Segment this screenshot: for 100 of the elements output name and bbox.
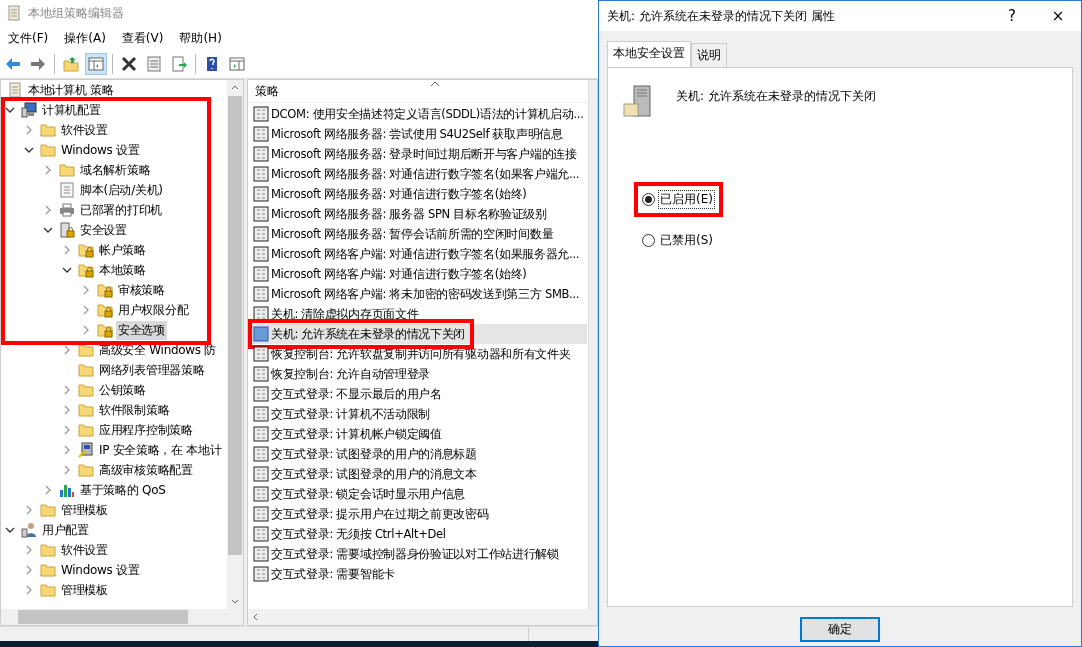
vertical-scrollbar[interactable] xyxy=(227,80,243,609)
policy-name[interactable]: 交互式登录: 无须按 Ctrl+Alt+Del xyxy=(271,526,446,542)
tree-item[interactable]: 高级安全 Windows 防 xyxy=(97,340,218,360)
policy-icon xyxy=(253,506,269,522)
policy-icon xyxy=(253,386,269,402)
policy-icon xyxy=(253,346,269,362)
tree-item[interactable]: 公钥策略 xyxy=(97,380,148,400)
tree-item[interactable]: Windows 设置 xyxy=(59,140,142,160)
policy-name[interactable]: 交互式登录: 锁定会话时显示用户信息 xyxy=(271,486,466,502)
policy-icon xyxy=(253,106,269,122)
help-button[interactable]: ? xyxy=(989,1,1035,31)
folder-icon xyxy=(40,562,56,578)
menu-item[interactable]: 操作(A) xyxy=(58,27,112,49)
policy-icon xyxy=(253,426,269,442)
policy-name[interactable]: Microsoft 网络服务器: 暂停会话前所需的空闲时间数量 xyxy=(271,226,554,242)
policy-icon xyxy=(253,406,269,422)
policy-name[interactable]: 交互式登录: 提示用户在过期之前更改密码 xyxy=(271,506,489,522)
policy-name[interactable]: 恢复控制台: 允许自动管理登录 xyxy=(271,366,431,382)
policy-name[interactable]: Microsoft 网络服务器: 登录时间过期后断开与客户端的连接 xyxy=(271,146,577,162)
policy-name[interactable]: 交互式登录: 不显示最后的用户名 xyxy=(271,386,442,402)
tree-item[interactable]: 审核策略 xyxy=(116,280,167,300)
tree-item[interactable]: 基于策略的 QoS xyxy=(78,480,168,500)
window-title: 本地组策略编辑器 xyxy=(28,4,124,22)
menu-item[interactable]: 帮助(H) xyxy=(173,27,228,49)
tab[interactable]: 本地安全设置 xyxy=(607,41,691,68)
tree-item[interactable]: 安全设置 xyxy=(78,220,129,240)
close-button[interactable]: × xyxy=(1035,1,1081,31)
tree-item[interactable]: 网络列表管理器策略 xyxy=(97,360,207,380)
scroll-icon xyxy=(6,5,22,21)
tab[interactable]: 说明 xyxy=(691,43,727,67)
tree-item[interactable]: 应用程序控制策略 xyxy=(97,420,195,440)
locked-folder-icon xyxy=(97,282,113,298)
tree-item[interactable]: 脚本(启动/关机) xyxy=(78,180,165,200)
folder-icon xyxy=(40,582,56,598)
policy-name[interactable]: 交互式登录: 需要域控制器身份验证以对工作站进行解锁 xyxy=(271,546,559,562)
policy-icon xyxy=(253,526,269,542)
folder-icon xyxy=(40,122,56,138)
bar-chart-icon xyxy=(59,482,75,498)
menu-item[interactable]: 查看(V) xyxy=(115,27,170,49)
policy-icon xyxy=(253,206,269,222)
folder-icon xyxy=(59,162,75,178)
policy-name[interactable]: 关机: 清除虚拟内存页面文件 xyxy=(271,306,419,322)
tree-item[interactable]: 用户权限分配 xyxy=(116,300,191,320)
computer-key-icon xyxy=(78,442,94,458)
policy-name[interactable]: 交互式登录: 试图登录的用户的消息标题 xyxy=(271,446,477,462)
vertical-scrollbar[interactable] xyxy=(588,80,597,609)
tree-item[interactable]: 帐户策略 xyxy=(97,240,148,260)
policy-name[interactable]: Microsoft 网络客户端: 对通信进行数字签名(如果服务器允... xyxy=(271,246,580,262)
ok-button[interactable]: 确定 xyxy=(800,617,880,642)
policy-name[interactable]: 交互式登录: 试图登录的用户的消息文本 xyxy=(271,466,477,482)
script-icon xyxy=(59,182,75,198)
tree-item[interactable]: 域名解析策略 xyxy=(78,160,153,180)
policy-icon xyxy=(253,246,269,262)
policy-name[interactable]: 交互式登录: 计算机帐户锁定阈值 xyxy=(271,426,442,442)
policy-name[interactable]: DCOM: 使用安全描述符定义语言(SDDL)语法的计算机启动... xyxy=(271,106,584,122)
policy-name[interactable]: Microsoft 网络服务器: 尝试使用 S4U2Self 获取声明信息 xyxy=(271,126,563,142)
server-document-icon xyxy=(622,84,654,120)
radio-label[interactable]: 已禁用(S) xyxy=(658,231,715,250)
column-header[interactable]: 策略 xyxy=(248,80,587,103)
tree-item[interactable]: 管理模板 xyxy=(59,500,110,520)
horizontal-scrollbar[interactable] xyxy=(248,609,597,625)
policy-name[interactable]: Microsoft 网络服务器: 对通信进行数字签名(始终) xyxy=(271,186,527,202)
tree-item[interactable]: 安全选项 xyxy=(116,320,167,340)
tree-item[interactable]: 本地策略 xyxy=(97,260,148,280)
policy-name[interactable]: Microsoft 网络服务器: 服务器 SPN 目标名称验证级别 xyxy=(271,206,547,222)
selected-policy-icon xyxy=(253,326,269,342)
policy-icon xyxy=(253,226,269,242)
dialog-title: 关机: 允许系统在未登录的情况下关闭 属性 xyxy=(607,7,836,25)
tree-item[interactable]: 软件限制策略 xyxy=(97,400,172,420)
policy-name[interactable]: Microsoft 网络服务器: 对通信进行数字签名(如果客户端允... xyxy=(271,166,580,182)
horizontal-scrollbar[interactable] xyxy=(1,609,243,625)
tree-item[interactable]: 计算机配置 xyxy=(40,100,103,120)
policy-name[interactable]: 交互式登录: 计算机不活动限制 xyxy=(271,406,431,422)
tree-item[interactable]: 用户配置 xyxy=(40,520,91,540)
scroll-icon xyxy=(7,82,23,98)
policy-name[interactable]: 恢复控制台: 允许软盘复制并访问所有驱动器和所有文件夹 xyxy=(271,346,571,362)
folder-icon xyxy=(40,542,56,558)
folder-icon xyxy=(40,142,56,158)
tree-item[interactable]: 本地计算机 策略 xyxy=(26,80,116,100)
show-tree-icon[interactable] xyxy=(85,53,107,75)
tree-item[interactable]: 已部署的打印机 xyxy=(78,200,164,220)
tree-item[interactable]: 高级审核策略配置 xyxy=(97,460,195,480)
policy-name[interactable]: 交互式登录: 需要智能卡 xyxy=(271,566,395,582)
radio-label[interactable]: 已启用(E) xyxy=(658,190,715,209)
folder-icon xyxy=(78,382,94,398)
tree-item[interactable]: Windows 设置 xyxy=(59,560,142,580)
tree-item[interactable]: 软件设置 xyxy=(59,540,110,560)
tree-item[interactable]: IP 安全策略，在 本地计 xyxy=(97,440,224,460)
policy-name[interactable]: Microsoft 网络客户端: 将未加密的密码发送到第三方 SMB... xyxy=(271,286,580,302)
tree-item[interactable]: 软件设置 xyxy=(59,120,110,140)
locked-folder-icon xyxy=(78,242,94,258)
radio-button[interactable] xyxy=(642,193,655,206)
computer-icon xyxy=(21,102,37,118)
radio-button[interactable] xyxy=(642,234,655,247)
policy-name[interactable]: Microsoft 网络客户端: 对通信进行数字签名(始终) xyxy=(271,266,527,282)
folder-icon xyxy=(78,422,94,438)
policy-icon xyxy=(253,186,269,202)
policy-icon xyxy=(253,266,269,282)
menu-item[interactable]: 文件(F) xyxy=(2,27,55,49)
tree-item[interactable]: 管理模板 xyxy=(59,580,110,600)
